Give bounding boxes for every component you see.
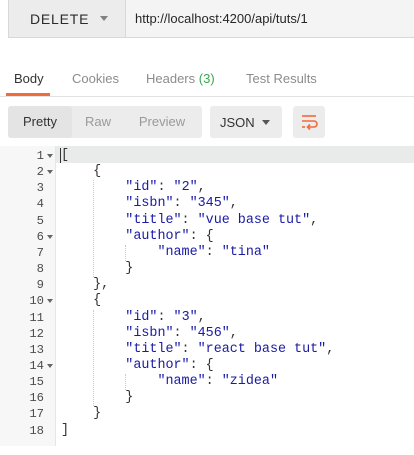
line-number: 17	[29, 407, 44, 422]
line-number: 6	[36, 229, 44, 244]
preview-button[interactable]: Preview	[124, 106, 200, 138]
code-line: "title": "react base tut",	[125, 341, 335, 357]
fold-toggle-icon[interactable]	[47, 234, 53, 239]
code-line: ]	[61, 422, 70, 438]
tab-body[interactable]: Body	[14, 71, 44, 86]
fold-toggle-icon[interactable]	[47, 154, 53, 158]
line-number: 16	[29, 391, 44, 406]
raw-button[interactable]: Raw	[72, 106, 124, 138]
fold-toggle-icon[interactable]	[47, 170, 53, 175]
format-select[interactable]: JSON	[210, 106, 282, 138]
code-line: }	[61, 406, 102, 422]
active-tab-indicator	[6, 93, 50, 96]
code-line: "author": {	[125, 357, 214, 373]
line-number: 18	[29, 423, 44, 438]
code-line: "author": {	[125, 228, 214, 244]
line-number: 3	[36, 181, 44, 196]
line-number: 11	[29, 310, 44, 325]
code-line: "id": "2",	[125, 180, 206, 196]
format-select-label: JSON	[220, 115, 255, 130]
method-dropdown[interactable]: DELETE	[8, 0, 126, 38]
code-line: "isbn": "456",	[125, 325, 238, 341]
wrap-lines-icon	[302, 115, 318, 131]
line-number: 14	[29, 358, 44, 373]
view-mode-group: Pretty Raw Preview	[8, 106, 202, 138]
tab-headers-label: Headers	[146, 71, 196, 86]
line-number: 7	[36, 245, 44, 260]
code-line: {	[61, 293, 102, 309]
fold-toggle-icon[interactable]	[47, 299, 53, 304]
fold-toggle-icon[interactable]	[47, 363, 53, 368]
line-number-gutter: 1 2 3 4 5 6 7 8 9 10 11 12 13 14 15 16 17 18	[0, 146, 56, 446]
code-line: "isbn": "345",	[125, 196, 238, 212]
tab-test-results[interactable]: Test Results	[246, 71, 317, 86]
response-tabs: Body Cookies Headers (3) Test Results	[0, 62, 414, 97]
wrap-lines-button[interactable]	[293, 106, 325, 138]
line-number: 8	[36, 262, 44, 277]
code-line: }	[61, 390, 134, 406]
chevron-down-icon	[100, 16, 108, 21]
line-number: 1	[36, 149, 44, 163]
chevron-down-icon	[262, 120, 270, 125]
text-cursor	[60, 148, 61, 163]
url-input[interactable]: http://localhost:4200/api/tuts/1	[126, 0, 414, 38]
code-line: "id": "3",	[125, 309, 206, 325]
line-number: 15	[29, 375, 44, 390]
line-number: 4	[36, 197, 44, 212]
code-line: "title": "vue base tut",	[125, 212, 319, 228]
line-number: 5	[36, 213, 44, 228]
response-body-editor[interactable]: 1 2 3 4 5 6 7 8 9 10 11 12 13 14 15 16 17 18 [ { "id": "2…	[0, 146, 414, 446]
code-line: [	[61, 148, 70, 163]
method-label: DELETE	[30, 11, 90, 27]
request-bar: DELETE http://localhost:4200/api/tuts/1	[0, 0, 414, 40]
line-number: 12	[29, 326, 44, 341]
url-text: http://localhost:4200/api/tuts/1	[135, 11, 308, 26]
code-line: }	[61, 261, 134, 277]
tab-cookies[interactable]: Cookies	[72, 71, 119, 86]
code-line: },	[61, 277, 110, 293]
line-number: 13	[29, 342, 44, 357]
line-number: 9	[36, 278, 44, 293]
line-number: 10	[29, 294, 44, 309]
tab-headers[interactable]: Headers (3)	[146, 71, 215, 86]
pretty-button[interactable]: Pretty	[8, 106, 72, 138]
code-line: "name": "tina"	[157, 244, 270, 260]
code-line: {	[61, 164, 102, 180]
line-number: 2	[36, 165, 44, 180]
code-line: "name": "zidea"	[157, 374, 278, 390]
headers-count-badge: (3)	[198, 71, 215, 86]
